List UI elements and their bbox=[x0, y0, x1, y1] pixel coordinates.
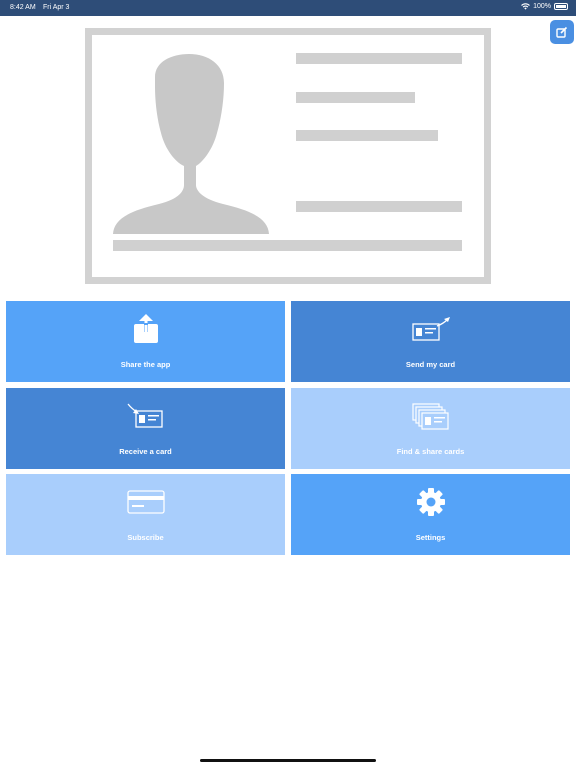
line-2 bbox=[296, 92, 415, 103]
status-date: Fri Apr 3 bbox=[43, 4, 70, 11]
avatar-silhouette bbox=[113, 53, 462, 251]
card-preview-inner bbox=[92, 35, 484, 277]
find-share-cards-tile[interactable]: Find & share cards bbox=[291, 388, 570, 469]
line-4 bbox=[296, 201, 462, 212]
card-preview[interactable] bbox=[85, 28, 491, 284]
send-card-tile[interactable]: Send my card bbox=[291, 301, 570, 382]
credit-card-icon bbox=[126, 490, 165, 514]
share-icon bbox=[133, 314, 158, 343]
line-5 bbox=[113, 240, 462, 251]
share-app-tile[interactable]: Share the app bbox=[6, 301, 285, 382]
edit-button[interactable] bbox=[550, 20, 574, 44]
battery-icon bbox=[554, 3, 568, 10]
status-bar: 8:42 AM Fri Apr 3 100% bbox=[0, 0, 576, 16]
battery-percent: 100% bbox=[533, 3, 551, 10]
receive-card-icon bbox=[126, 403, 163, 428]
tile-label: Settings bbox=[415, 533, 446, 542]
line-3 bbox=[296, 130, 438, 141]
wifi-icon bbox=[521, 3, 530, 10]
status-time: 8:42 AM bbox=[10, 4, 36, 11]
action-tiles: Share the app Send my card Receive a car… bbox=[6, 301, 570, 555]
tile-label: Share the app bbox=[120, 360, 171, 369]
tile-label: Send my card bbox=[405, 360, 456, 369]
line-1 bbox=[296, 53, 462, 64]
home-indicator[interactable] bbox=[200, 759, 376, 762]
subscribe-tile[interactable]: Subscribe bbox=[6, 474, 285, 555]
cards-stack-icon bbox=[411, 403, 449, 430]
gear-icon bbox=[416, 488, 445, 516]
send-card-icon bbox=[411, 317, 450, 341]
edit-icon bbox=[556, 26, 568, 38]
tile-label: Subscribe bbox=[127, 533, 164, 542]
status-right: 100% bbox=[521, 3, 568, 10]
tile-label: Receive a card bbox=[119, 447, 172, 456]
receive-card-tile[interactable]: Receive a card bbox=[6, 388, 285, 469]
tile-label: Find & share cards bbox=[396, 447, 465, 456]
settings-tile[interactable]: Settings bbox=[291, 474, 570, 555]
